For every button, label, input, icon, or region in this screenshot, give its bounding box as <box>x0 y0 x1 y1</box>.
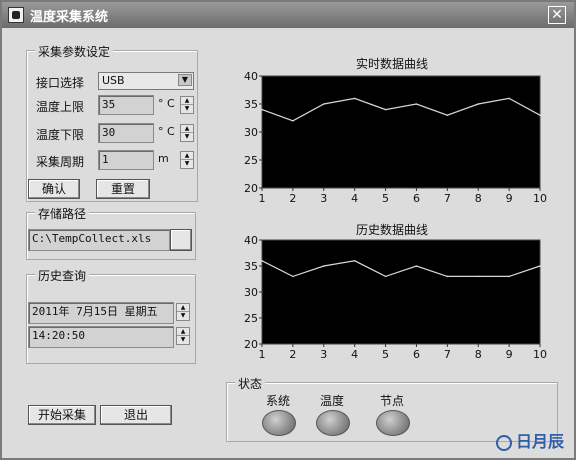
upper-limit-label: 温度上限 <box>36 100 85 114</box>
storage-path-field[interactable]: C:\TempCollect.xls <box>28 229 170 251</box>
plot-area <box>261 75 541 189</box>
lower-limit-spinner[interactable]: ▲ ▼ <box>180 124 194 142</box>
data-point <box>384 108 387 111</box>
led-label-temperature: 温度 <box>320 394 345 408</box>
x-tick-label: 1 <box>259 192 266 205</box>
chevron-down-icon[interactable]: ▼ <box>178 74 192 86</box>
title-bar: 温度采集系统 ✕ <box>2 2 574 28</box>
data-point <box>261 108 263 111</box>
x-tick-label: 10 <box>533 348 547 361</box>
upper-limit-unit: ° C <box>158 97 175 110</box>
status-group-title: 状态 <box>235 375 266 392</box>
x-tick-label: 2 <box>289 348 296 361</box>
exit-button[interactable]: 退出 <box>100 405 172 425</box>
data-point <box>477 275 480 278</box>
history-time-field[interactable]: 14:20:50 <box>28 326 174 348</box>
data-point <box>353 260 356 262</box>
history-date-field[interactable]: 2011年 7月15日 星期五 <box>28 302 174 324</box>
x-tick-label: 5 <box>382 348 389 361</box>
led-label-node: 节点 <box>380 394 405 408</box>
data-point <box>415 265 418 267</box>
window-title: 温度采集系统 <box>30 10 109 25</box>
app-icon <box>8 7 24 23</box>
data-point <box>508 97 510 100</box>
data-point <box>292 120 294 122</box>
data-point <box>508 275 510 278</box>
led-label-system: 系统 <box>266 394 291 408</box>
x-tick-label: 9 <box>506 192 513 205</box>
interface-label: 接口选择 <box>36 76 85 90</box>
interface-select[interactable]: USB ▼ <box>98 72 194 90</box>
storage-group-title: 存储路径 <box>35 205 90 222</box>
data-point <box>384 275 387 278</box>
data-point <box>322 103 325 105</box>
x-tick-label: 6 <box>413 192 420 205</box>
watermark: 日月辰 <box>495 428 564 452</box>
data-point <box>539 265 541 267</box>
history-time-spinner[interactable]: ▲ ▼ <box>176 327 190 345</box>
lower-limit-field[interactable]: 30 <box>98 123 154 143</box>
period-spinner[interactable]: ▲ ▼ <box>180 151 194 169</box>
data-point <box>261 260 263 262</box>
x-tick-label: 9 <box>506 348 513 361</box>
y-tick-label: 20 <box>244 338 258 351</box>
data-point <box>292 275 294 278</box>
x-tick-label: 5 <box>382 192 389 205</box>
browse-button[interactable] <box>170 229 192 251</box>
y-tick-label: 35 <box>244 98 258 111</box>
data-point <box>322 265 325 267</box>
lower-limit-label: 温度下限 <box>36 128 85 142</box>
x-tick-label: 2 <box>289 192 296 205</box>
confirm-button[interactable]: 确认 <box>28 179 80 199</box>
x-tick-label: 10 <box>533 192 547 205</box>
x-tick-label: 8 <box>475 348 482 361</box>
y-tick-label: 40 <box>244 70 258 83</box>
y-tick-label: 25 <box>244 154 258 167</box>
realtime-chart: 20 25 30 35 40 1 2 3 4 5 6 7 8 9 10 <box>244 70 547 205</box>
interface-select-value: USB <box>102 74 125 87</box>
y-tick-label: 25 <box>244 312 258 325</box>
data-point <box>446 275 449 278</box>
x-tick-label: 4 <box>351 348 358 361</box>
data-point <box>539 114 541 116</box>
data-point <box>415 103 418 105</box>
upper-limit-field[interactable]: 35 <box>98 95 154 115</box>
params-group-title: 采集参数设定 <box>35 43 114 60</box>
period-unit: m <box>158 152 169 165</box>
lower-limit-unit: ° C <box>158 125 175 138</box>
system-led-indicator <box>262 410 296 436</box>
y-tick-label: 20 <box>244 182 258 195</box>
watermark-logo-icon <box>495 434 512 451</box>
data-point <box>446 114 449 116</box>
x-tick-label: 1 <box>259 348 266 361</box>
data-point <box>353 97 356 100</box>
y-tick-label: 35 <box>244 260 258 273</box>
history-chart: 20 25 30 35 40 1 2 3 4 5 6 7 8 9 10 <box>244 234 547 361</box>
y-tick-label: 30 <box>244 286 258 299</box>
x-tick-label: 6 <box>413 348 420 361</box>
history-group-title: 历史查询 <box>35 267 90 284</box>
start-collect-button[interactable]: 开始采集 <box>28 405 96 425</box>
history-date-spinner[interactable]: ▲ ▼ <box>176 303 190 321</box>
node-led-indicator <box>376 410 410 436</box>
y-tick-label: 40 <box>244 234 258 247</box>
temperature-led-indicator <box>316 410 350 436</box>
upper-limit-spinner[interactable]: ▲ ▼ <box>180 96 194 114</box>
reset-button[interactable]: 重置 <box>96 179 150 199</box>
plot-area <box>261 239 541 345</box>
x-tick-label: 7 <box>444 192 451 205</box>
main-window: 温度采集系统 ✕ 采集参数设定 接口选择 USB ▼ 温度上限 35 ° C ▲… <box>0 0 576 460</box>
watermark-text: 日月辰 <box>515 432 564 451</box>
x-tick-label: 3 <box>320 192 327 205</box>
close-button[interactable]: ✕ <box>548 6 566 24</box>
x-tick-label: 4 <box>351 192 358 205</box>
x-tick-label: 7 <box>444 348 451 361</box>
x-tick-label: 8 <box>475 192 482 205</box>
data-point <box>477 103 480 105</box>
x-tick-label: 3 <box>320 348 327 361</box>
period-label: 采集周期 <box>36 155 85 169</box>
y-tick-label: 30 <box>244 126 258 139</box>
period-field[interactable]: 1 <box>98 150 154 170</box>
